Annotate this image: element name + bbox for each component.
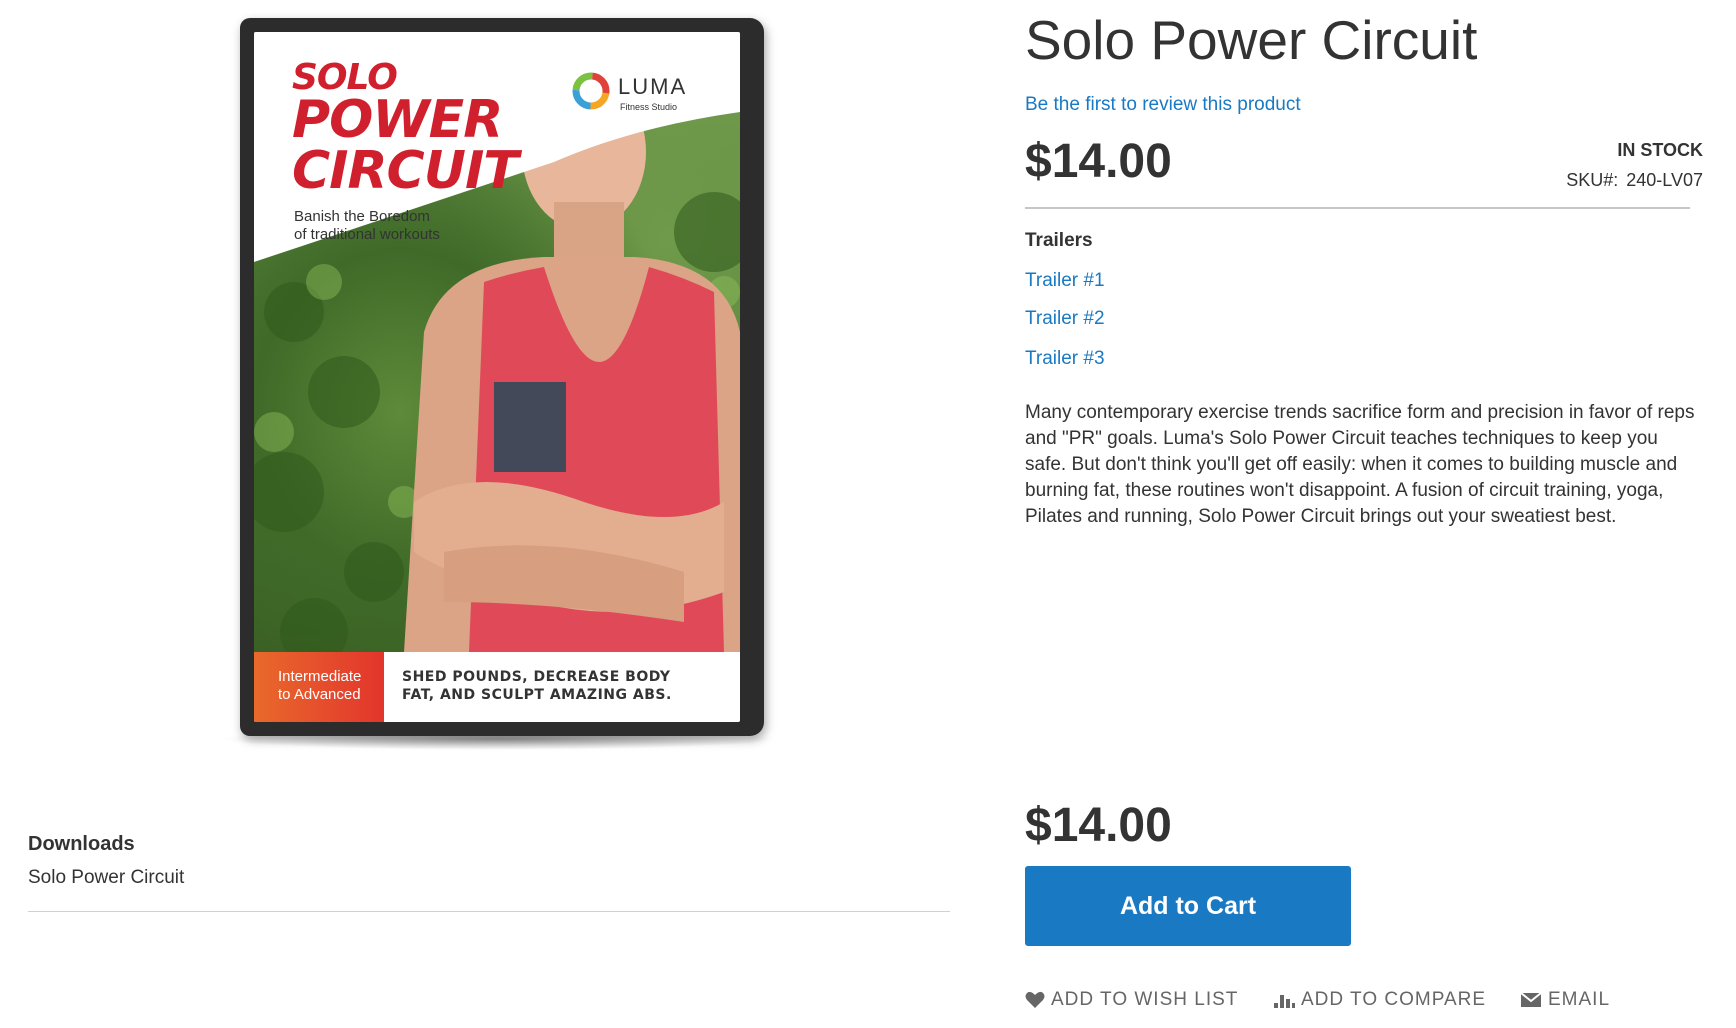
sku: SKU#: 240-LV07 [1566,170,1703,191]
dvd-cover: SOLO POWER CIRCUIT Banish the Boredom of… [254,32,740,722]
cover-level-line: Intermediate [278,668,362,685]
cover-blurb-line: FAT, AND SCULPT AMAZING ABS. [402,687,672,703]
add-to-compare-label: ADD TO COMPARE [1301,989,1487,1010]
product-description: Many contemporary exercise trends sacrif… [1025,402,1695,527]
logo-subtitle: Fitness Studio [620,102,678,112]
cover-level-line: to Advanced [278,686,361,703]
dvd-case: SOLO POWER CIRCUIT Banish the Boredom of… [240,18,764,736]
add-to-cart-button[interactable]: Add to Cart [1025,866,1351,946]
trailers-title: Trailers [1025,230,1093,251]
downloads-section: Downloads Solo Power Circuit [28,829,950,912]
review-link[interactable]: Be the first to review this product [1025,92,1301,118]
cover-blurb-line: SHED POUNDS, DECREASE BODY [402,669,671,685]
page-title: Solo Power Circuit [1025,9,1478,71]
info-divider [1025,207,1690,209]
luma-logo-icon [572,72,610,110]
sku-value: 240-LV07 [1626,170,1703,190]
stock-status: IN STOCK [1617,140,1703,160]
cover-level-badge: Intermediate to Advanced [254,652,384,722]
add-to-wishlist-label: ADD TO WISH LIST [1051,989,1239,1010]
cover-tagline-line: Banish the Boredom [294,208,430,225]
cover-title-line: POWER [292,90,503,151]
cover-bottom-band: Intermediate to Advanced SHED POUNDS, DE… [254,652,740,722]
cover-tagline: Banish the Boredom of traditional workou… [294,208,494,244]
heart-icon [1025,991,1045,1008]
downloads-divider [28,911,950,912]
cover-tagline-line: of traditional workouts [294,226,440,243]
cover-title-line: CIRCUIT [292,141,519,202]
downloads-item: Solo Power Circuit [28,867,185,888]
trailer-link[interactable]: Trailer #2 [1025,308,1105,330]
cover-blurb: SHED POUNDS, DECREASE BODY FAT, AND SCUL… [402,668,732,704]
bar-chart-icon [1274,994,1295,1008]
sku-label: SKU#: [1566,170,1619,190]
email-label: EMAIL [1548,989,1611,1010]
product-image[interactable]: SOLO POWER CIRCUIT Banish the Boredom of… [218,18,780,750]
trailer-link[interactable]: Trailer #1 [1025,270,1105,292]
cart-price: $14.00 [1025,799,1172,852]
envelope-icon [1520,992,1542,1007]
luma-logo: LUMA Fitness Studio [572,68,722,118]
trailer-link[interactable]: Trailer #3 [1025,348,1105,370]
cover-title: SOLO POWER CIRCUIT [292,59,519,202]
product-price: $14.00 [1025,135,1172,188]
logo-word: LUMA [618,74,688,99]
add-to-wishlist-link[interactable]: ADD TO WISH LIST [1025,985,1238,1015]
add-to-compare-link[interactable]: ADD TO COMPARE [1273,985,1486,1015]
email-link[interactable]: EMAIL [1520,985,1610,1015]
downloads-title: Downloads [28,833,135,855]
